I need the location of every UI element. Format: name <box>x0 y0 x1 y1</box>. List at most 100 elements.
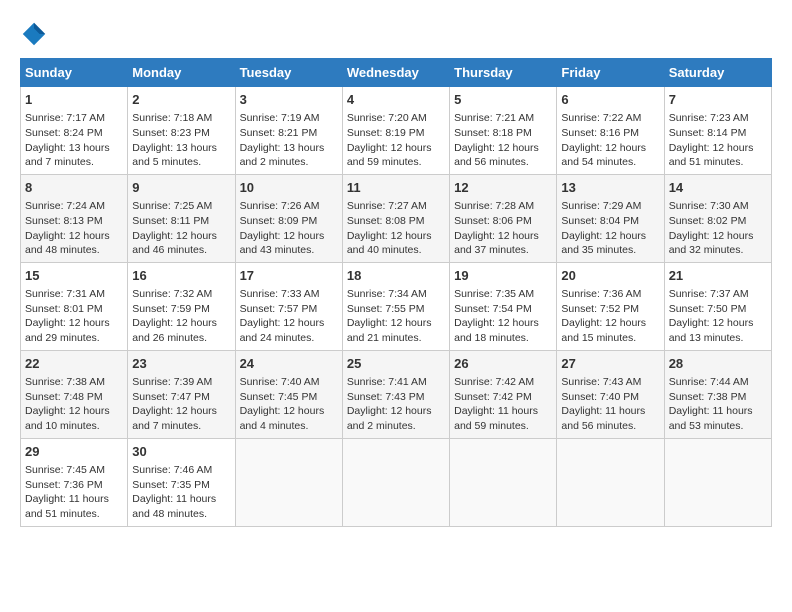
day-detail: Sunrise: 7:28 AM <box>454 199 552 214</box>
day-detail: Sunrise: 7:46 AM <box>132 463 230 478</box>
calendar-cell: 17Sunrise: 7:33 AMSunset: 7:57 PMDayligh… <box>235 262 342 350</box>
day-detail: Sunrise: 7:23 AM <box>669 111 767 126</box>
day-detail: and 18 minutes. <box>454 331 552 346</box>
day-number: 12 <box>454 179 552 197</box>
day-header-friday: Friday <box>557 59 664 87</box>
calendar-header-row: SundayMondayTuesdayWednesdayThursdayFrid… <box>21 59 772 87</box>
day-number: 4 <box>347 91 445 109</box>
day-detail: Daylight: 11 hours <box>561 404 659 419</box>
day-number: 14 <box>669 179 767 197</box>
calendar-cell: 1Sunrise: 7:17 AMSunset: 8:24 PMDaylight… <box>21 87 128 175</box>
calendar-cell: 20Sunrise: 7:36 AMSunset: 7:52 PMDayligh… <box>557 262 664 350</box>
day-detail: and 26 minutes. <box>132 331 230 346</box>
calendar-cell <box>557 438 664 526</box>
day-detail: Sunrise: 7:27 AM <box>347 199 445 214</box>
calendar-cell: 3Sunrise: 7:19 AMSunset: 8:21 PMDaylight… <box>235 87 342 175</box>
calendar-table: SundayMondayTuesdayWednesdayThursdayFrid… <box>20 58 772 527</box>
logo-icon <box>20 20 48 48</box>
day-detail: Sunrise: 7:18 AM <box>132 111 230 126</box>
day-detail: Daylight: 11 hours <box>25 492 123 507</box>
day-detail: Daylight: 12 hours <box>347 229 445 244</box>
calendar-cell: 18Sunrise: 7:34 AMSunset: 7:55 PMDayligh… <box>342 262 449 350</box>
day-header-monday: Monday <box>128 59 235 87</box>
day-number: 8 <box>25 179 123 197</box>
day-detail: Sunrise: 7:31 AM <box>25 287 123 302</box>
day-detail: Sunrise: 7:32 AM <box>132 287 230 302</box>
day-number: 1 <box>25 91 123 109</box>
calendar-cell: 15Sunrise: 7:31 AMSunset: 8:01 PMDayligh… <box>21 262 128 350</box>
day-number: 25 <box>347 355 445 373</box>
day-number: 19 <box>454 267 552 285</box>
day-detail: Sunset: 7:57 PM <box>240 302 338 317</box>
day-number: 6 <box>561 91 659 109</box>
day-number: 5 <box>454 91 552 109</box>
calendar-cell: 22Sunrise: 7:38 AMSunset: 7:48 PMDayligh… <box>21 350 128 438</box>
day-detail: Sunset: 7:42 PM <box>454 390 552 405</box>
day-detail: Daylight: 11 hours <box>669 404 767 419</box>
day-header-wednesday: Wednesday <box>342 59 449 87</box>
day-detail: Daylight: 12 hours <box>240 229 338 244</box>
calendar-cell: 11Sunrise: 7:27 AMSunset: 8:08 PMDayligh… <box>342 174 449 262</box>
day-detail: Sunrise: 7:43 AM <box>561 375 659 390</box>
day-detail: and 59 minutes. <box>454 419 552 434</box>
day-detail: Daylight: 12 hours <box>347 141 445 156</box>
day-detail: and 7 minutes. <box>25 155 123 170</box>
day-number: 7 <box>669 91 767 109</box>
day-number: 9 <box>132 179 230 197</box>
day-detail: and 54 minutes. <box>561 155 659 170</box>
day-detail: Daylight: 12 hours <box>454 141 552 156</box>
day-detail: Sunrise: 7:40 AM <box>240 375 338 390</box>
calendar-cell: 5Sunrise: 7:21 AMSunset: 8:18 PMDaylight… <box>450 87 557 175</box>
day-number: 29 <box>25 443 123 461</box>
day-detail: Sunrise: 7:39 AM <box>132 375 230 390</box>
day-detail: Sunrise: 7:45 AM <box>25 463 123 478</box>
day-number: 17 <box>240 267 338 285</box>
day-detail: Daylight: 12 hours <box>25 229 123 244</box>
day-detail: Sunset: 8:04 PM <box>561 214 659 229</box>
calendar-cell: 7Sunrise: 7:23 AMSunset: 8:14 PMDaylight… <box>664 87 771 175</box>
day-detail: and 46 minutes. <box>132 243 230 258</box>
day-detail: Sunrise: 7:20 AM <box>347 111 445 126</box>
page-header <box>20 20 772 48</box>
day-detail: Sunrise: 7:19 AM <box>240 111 338 126</box>
day-number: 2 <box>132 91 230 109</box>
day-detail: Sunset: 8:11 PM <box>132 214 230 229</box>
day-number: 10 <box>240 179 338 197</box>
day-detail: Daylight: 11 hours <box>454 404 552 419</box>
calendar-cell: 16Sunrise: 7:32 AMSunset: 7:59 PMDayligh… <box>128 262 235 350</box>
day-detail: Sunrise: 7:33 AM <box>240 287 338 302</box>
day-detail: Daylight: 13 hours <box>25 141 123 156</box>
day-number: 23 <box>132 355 230 373</box>
day-header-sunday: Sunday <box>21 59 128 87</box>
calendar-cell: 19Sunrise: 7:35 AMSunset: 7:54 PMDayligh… <box>450 262 557 350</box>
day-detail: Daylight: 12 hours <box>347 316 445 331</box>
calendar-week-row: 29Sunrise: 7:45 AMSunset: 7:36 PMDayligh… <box>21 438 772 526</box>
day-detail: Daylight: 12 hours <box>561 229 659 244</box>
calendar-week-row: 8Sunrise: 7:24 AMSunset: 8:13 PMDaylight… <box>21 174 772 262</box>
day-number: 11 <box>347 179 445 197</box>
day-detail: Daylight: 12 hours <box>132 316 230 331</box>
day-detail: Sunset: 8:01 PM <box>25 302 123 317</box>
day-detail: and 24 minutes. <box>240 331 338 346</box>
logo <box>20 20 52 48</box>
calendar-cell: 26Sunrise: 7:42 AMSunset: 7:42 PMDayligh… <box>450 350 557 438</box>
day-detail: and 2 minutes. <box>347 419 445 434</box>
day-detail: and 21 minutes. <box>347 331 445 346</box>
day-detail: and 15 minutes. <box>561 331 659 346</box>
calendar-cell: 23Sunrise: 7:39 AMSunset: 7:47 PMDayligh… <box>128 350 235 438</box>
calendar-cell: 6Sunrise: 7:22 AMSunset: 8:16 PMDaylight… <box>557 87 664 175</box>
calendar-cell <box>664 438 771 526</box>
day-detail: and 59 minutes. <box>347 155 445 170</box>
day-detail: and 56 minutes. <box>561 419 659 434</box>
calendar-cell: 9Sunrise: 7:25 AMSunset: 8:11 PMDaylight… <box>128 174 235 262</box>
day-detail: Daylight: 12 hours <box>240 404 338 419</box>
day-detail: Sunset: 8:21 PM <box>240 126 338 141</box>
day-number: 20 <box>561 267 659 285</box>
day-detail: Sunset: 7:54 PM <box>454 302 552 317</box>
day-header-tuesday: Tuesday <box>235 59 342 87</box>
day-detail: and 29 minutes. <box>25 331 123 346</box>
day-detail: Daylight: 12 hours <box>25 316 123 331</box>
day-detail: and 56 minutes. <box>454 155 552 170</box>
day-detail: Sunrise: 7:44 AM <box>669 375 767 390</box>
day-detail: Sunset: 7:45 PM <box>240 390 338 405</box>
